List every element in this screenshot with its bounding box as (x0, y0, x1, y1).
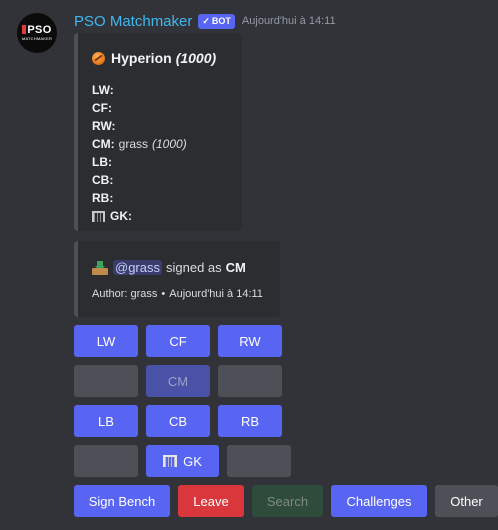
footer-separator: • (161, 288, 166, 300)
leave-button[interactable]: Leave (178, 485, 244, 517)
position-row-gk: GK: (92, 207, 187, 225)
position-label: LB: (92, 155, 112, 169)
blank-button-left[interactable] (74, 365, 138, 397)
bot-tag: ✓ BOT (198, 13, 235, 29)
position-label: GK: (110, 209, 132, 223)
rw-button[interactable]: RW (218, 325, 282, 357)
goal-net-icon (163, 455, 178, 467)
team-rating: (1000) (175, 50, 217, 66)
search-button[interactable]: Search (252, 485, 323, 517)
goal-net-icon (92, 210, 105, 222)
team-embed: Hyperion (1000) LW: CF: RW: CM: grass (1… (74, 33, 242, 231)
inbox-tray-icon (92, 260, 108, 275)
position-row-cm: CM: grass (1000) (92, 135, 187, 153)
position-player-rating: (1000) (152, 137, 187, 151)
challenges-button[interactable]: Challenges (331, 485, 427, 517)
cf-button[interactable]: CF (146, 325, 210, 357)
avatar-logo-subtext: MATCHMAKER (21, 36, 53, 41)
gk-button[interactable]: GK (146, 445, 219, 477)
position-row-rw: RW: (92, 117, 187, 135)
blank-button-right[interactable] (218, 365, 282, 397)
message-timestamp: Aujourd'hui à 14:11 (241, 15, 336, 27)
blank-button-gk-right[interactable] (227, 445, 291, 477)
signup-embed: @grass signed as CM Author: grass • Aujour… (74, 241, 280, 317)
footer-time: Aujourd'hui à 14:11 (169, 288, 263, 300)
user-mention[interactable]: @grass (113, 260, 162, 275)
position-row-cb: CB: (92, 171, 187, 189)
position-label: RW: (92, 119, 116, 133)
lw-button[interactable]: LW (74, 325, 138, 357)
bot-tag-label: BOT (211, 16, 231, 26)
position-row-rb: RB: (92, 189, 187, 207)
position-row-lw: LW: (92, 81, 187, 99)
position-label: CM: (92, 137, 115, 151)
position-label: CB: (92, 173, 114, 187)
embed-footer: Author: grass • Aujourd'hui à 14:11 (92, 288, 263, 300)
signup-line: @grass signed as CM (92, 260, 246, 275)
author-name[interactable]: PSO Matchmaker (74, 13, 192, 30)
signup-text: signed as (166, 260, 222, 275)
signup-position: CM (225, 260, 246, 275)
position-label: CF: (92, 101, 112, 115)
team-name: Hyperion (111, 50, 172, 66)
blank-button-gk-left[interactable] (74, 445, 138, 477)
other-button[interactable]: Other (435, 485, 498, 517)
position-row-lb: LB: (92, 153, 187, 171)
cm-button[interactable]: CM (146, 365, 210, 397)
avatar-logo: PSO (22, 25, 51, 36)
bot-avatar[interactable]: PSO MATCHMAKER (17, 13, 57, 53)
position-row-cf: CF: (92, 99, 187, 117)
rb-button[interactable]: RB (218, 405, 282, 437)
position-player: grass (118, 137, 149, 151)
team-title: Hyperion (1000) (92, 50, 216, 66)
cb-button[interactable]: CB (146, 405, 210, 437)
soccer-ball-icon (92, 51, 105, 65)
message-header: PSO Matchmaker ✓ BOT Aujourd'hui à 14:11 (74, 11, 336, 31)
sign-bench-button[interactable]: Sign Bench (74, 485, 170, 517)
lb-button[interactable]: LB (74, 405, 138, 437)
position-label: LW: (92, 83, 114, 97)
footer-author: Author: grass (92, 288, 158, 300)
gk-button-label: GK (183, 453, 202, 469)
position-label: RB: (92, 191, 114, 205)
checkmark-icon: ✓ (202, 15, 210, 26)
position-list: LW: CF: RW: CM: grass (1000) LB: CB: RB:… (92, 81, 187, 225)
